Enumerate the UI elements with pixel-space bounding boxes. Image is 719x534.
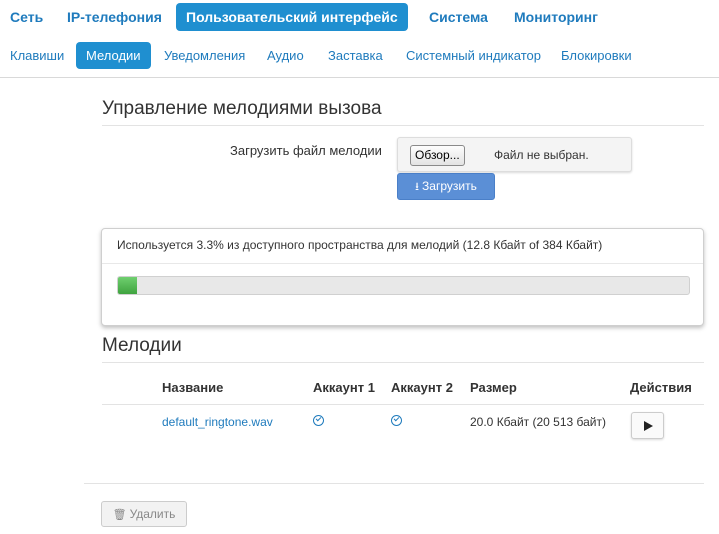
storage-progress-fill: [118, 277, 137, 294]
column-header-name: Название: [162, 380, 224, 395]
section-divider: [102, 125, 704, 126]
column-header-account1: Аккаунт 1: [313, 380, 375, 395]
table-bottom-divider: [84, 483, 704, 484]
upload-file-label: Загрузить файл мелодии: [230, 143, 382, 158]
column-header-account2: Аккаунт 2: [391, 380, 453, 395]
manage-section-title: Управление мелодиями вызова: [102, 98, 382, 119]
top-nav-item-system[interactable]: Система: [419, 3, 498, 31]
top-nav-item-monitoring[interactable]: Мониторинг: [504, 3, 608, 31]
account2-check-icon: [391, 415, 402, 426]
sub-nav-item-system-indicator[interactable]: Системный индикатор: [396, 42, 551, 69]
melody-name-link[interactable]: default_ringtone.wav: [162, 415, 273, 429]
file-status-text: Файл не выбран.: [494, 148, 589, 162]
play-icon: [644, 421, 653, 431]
top-nav-item-ip-telephony[interactable]: IP-телефония: [57, 3, 172, 31]
top-nav: Сеть IP-телефония Пользовательский интер…: [0, 3, 719, 31]
table-header-divider: [102, 404, 704, 405]
upload-button-label: Загрузить: [422, 179, 477, 193]
sub-nav-item-notifications[interactable]: Уведомления: [154, 42, 255, 69]
browse-button[interactable]: Обзор...: [410, 145, 465, 166]
sub-nav: Клавиши Мелодии Уведомления Аудио Застав…: [0, 42, 719, 69]
panel-divider: [102, 263, 703, 264]
play-button[interactable]: [631, 412, 664, 439]
file-input[interactable]: Обзор... Файл не выбран.: [397, 137, 632, 172]
sub-nav-item-keys[interactable]: Клавиши: [0, 42, 74, 69]
section-divider: [102, 362, 704, 363]
top-nav-item-user-interface[interactable]: Пользовательский интерфейс: [176, 3, 408, 31]
melody-size: 20.0 Кбайт (20 513 байт): [470, 415, 606, 429]
trash-icon: 🗑: [112, 509, 127, 521]
top-nav-item-network[interactable]: Сеть: [0, 3, 53, 31]
sub-nav-item-melodies[interactable]: Мелодии: [76, 42, 151, 69]
sub-nav-item-locks[interactable]: Блокировки: [551, 42, 642, 69]
column-header-actions: Действия: [630, 380, 692, 395]
account1-check-icon: [313, 415, 324, 426]
storage-usage-text: Используется 3.3% из доступного простран…: [117, 238, 603, 252]
melodies-section-title: Мелодии: [102, 335, 182, 356]
column-header-size: Размер: [470, 380, 517, 395]
download-icon: ⭳: [415, 181, 420, 193]
delete-button[interactable]: 🗑 Удалить: [101, 501, 187, 527]
sub-nav-item-screensaver[interactable]: Заставка: [318, 42, 393, 69]
upload-button[interactable]: ⭳ Загрузить: [397, 173, 495, 200]
delete-button-label: Удалить: [129, 507, 176, 521]
storage-progress-bar: [117, 276, 690, 295]
nav-divider: [0, 77, 719, 78]
sub-nav-item-audio[interactable]: Аудио: [257, 42, 314, 69]
storage-usage-panel: Используется 3.3% из доступного простран…: [101, 228, 704, 326]
